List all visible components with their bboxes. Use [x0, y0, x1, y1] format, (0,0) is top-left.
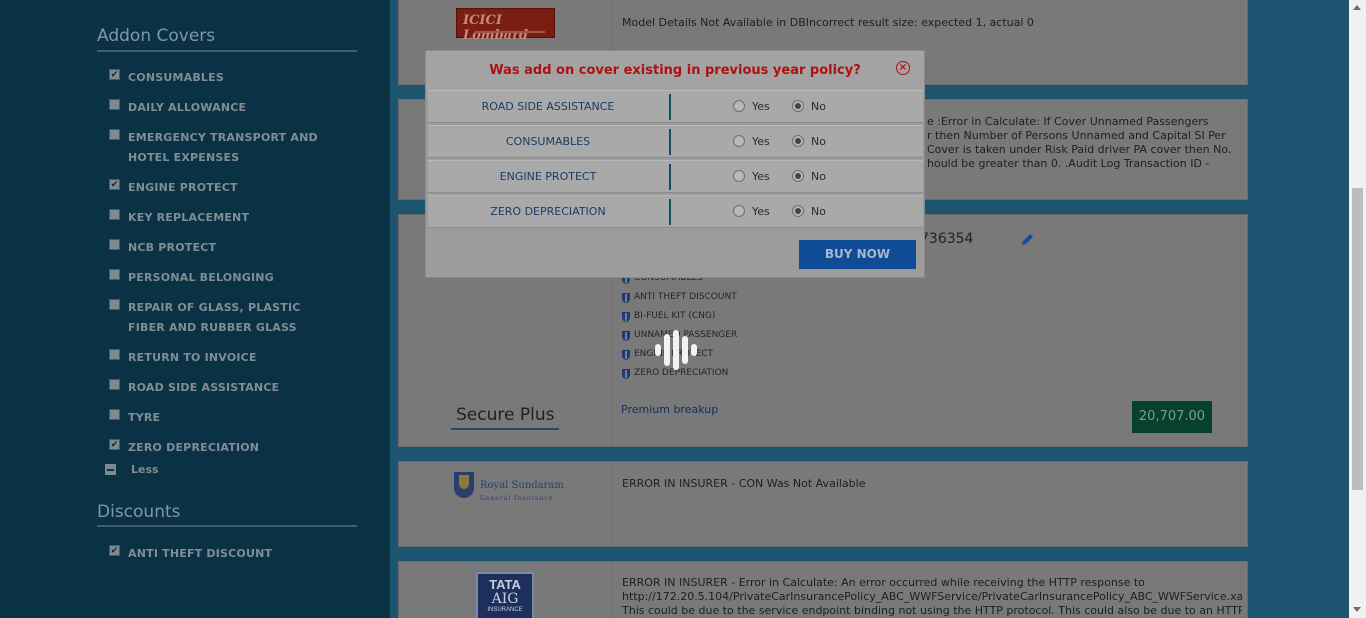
- error-message: ERROR IN INSURER - Error in Calculate: A…: [622, 576, 1242, 617]
- checkbox-icon[interactable]: [109, 209, 120, 220]
- checkbox-icon[interactable]: [109, 129, 120, 140]
- addon-label: NCB PROTECT: [128, 241, 217, 254]
- shield-icon: [622, 331, 630, 341]
- radio-yes[interactable]: [733, 100, 745, 112]
- error-message: Model Details Not Available in DBIncorre…: [622, 16, 1034, 29]
- question-row-engine-protect: ENGINE PROTECT Yes No: [428, 160, 923, 193]
- idv-value: 736354: [920, 231, 974, 247]
- less-toggle[interactable]: Less: [131, 463, 159, 476]
- logo-text: ICICI Lombard: [463, 13, 529, 43]
- addon-road-side-assistance[interactable]: ROAD SIDE ASSISTANCE: [109, 378, 369, 398]
- checkbox-icon[interactable]: ✔: [109, 439, 120, 450]
- checkbox-icon[interactable]: ✔: [109, 545, 120, 556]
- error-message: e :Error in Calculate: If Cover Unnamed …: [927, 115, 1232, 170]
- addon-ncb-protect[interactable]: NCB PROTECT: [109, 238, 369, 258]
- edit-pencil-icon[interactable]: [1020, 233, 1034, 247]
- radio-no[interactable]: [792, 100, 804, 112]
- shield-icon: [622, 312, 630, 322]
- checkbox-icon[interactable]: ✔: [109, 69, 120, 80]
- checkbox-icon[interactable]: [109, 349, 120, 360]
- checkbox-icon[interactable]: [109, 299, 120, 310]
- modal-header: Was add on cover existing in previous ye…: [426, 51, 924, 91]
- shield-icon: [454, 472, 474, 498]
- discount-anti-theft[interactable]: ✔ ANTI THEFT DISCOUNT: [109, 544, 369, 564]
- premium-breakup-link[interactable]: Premium breakup: [621, 403, 718, 416]
- addon-daily-allowance[interactable]: DAILY ALLOWANCE: [109, 98, 369, 118]
- addon-emergency-transport[interactable]: EMERGENCY TRANSPORT AND HOTEL EXPENSES: [109, 128, 369, 168]
- checkbox-icon[interactable]: [109, 239, 120, 250]
- addon-covers-title: Addon Covers: [97, 26, 216, 46]
- radio-no[interactable]: [792, 135, 804, 147]
- section-divider: [97, 50, 357, 52]
- discount-label: ANTI THEFT DISCOUNT: [128, 547, 273, 560]
- quote-card-tata-aig: TATA AIG INSURANCE ERROR IN INSURER - Er…: [398, 561, 1248, 618]
- plan-name: Secure Plus: [451, 404, 560, 430]
- tata-aig-logo: TATA AIG INSURANCE: [476, 572, 534, 618]
- radio-no[interactable]: [792, 205, 804, 217]
- checkbox-icon[interactable]: ✔: [109, 179, 120, 190]
- question-row-consumables: CONSUMABLES Yes No: [428, 125, 923, 158]
- scroll-up-icon[interactable]: [1353, 5, 1361, 10]
- error-message: ERROR IN INSURER - CON Was Not Available: [622, 477, 866, 490]
- scroll-thumb[interactable]: [1352, 188, 1363, 490]
- discounts-title: Discounts: [97, 502, 181, 522]
- loader-icon: [655, 330, 697, 370]
- addon-label: RETURN TO INVOICE: [128, 351, 257, 364]
- addon-engine-protect[interactable]: ✔ ENGINE PROTECT: [109, 178, 369, 198]
- quote-card-royal-sundaram: Royal Sundaram General Insurance ERROR I…: [398, 461, 1248, 547]
- addon-label: ZERO DEPRECIATION: [128, 441, 260, 454]
- addon-repair-of-glass[interactable]: REPAIR OF GLASS, PLASTIC FIBER AND RUBBE…: [109, 298, 369, 338]
- addon-label: CONSUMABLES: [128, 71, 224, 84]
- scroll-down-icon[interactable]: [1353, 607, 1361, 612]
- addon-zero-depreciation[interactable]: ✔ ZERO DEPRECIATION: [109, 438, 369, 458]
- price-button[interactable]: 20,707.00: [1132, 401, 1212, 433]
- collapse-minus-icon[interactable]: [105, 464, 116, 475]
- question-row-zero-depreciation: ZERO DEPRECIATION Yes No: [428, 195, 923, 228]
- checkbox-icon[interactable]: [109, 409, 120, 420]
- icici-lombard-logo: ICICI Lombard: [456, 8, 555, 43]
- section-divider: [97, 525, 357, 527]
- addon-label: ENGINE PROTECT: [128, 181, 238, 194]
- filter-sidebar: Addon Covers ✔ CONSUMABLES DAILY ALLOWAN…: [0, 0, 390, 618]
- shield-icon: [622, 293, 630, 303]
- buy-now-button[interactable]: BUY NOW: [799, 240, 916, 269]
- checkbox-icon[interactable]: [109, 99, 120, 110]
- addon-label: REPAIR OF GLASS, PLASTIC FIBER AND RUBBE…: [128, 301, 301, 334]
- previous-policy-addon-modal: Was add on cover existing in previous ye…: [425, 50, 925, 278]
- addon-label: ROAD SIDE ASSISTANCE: [128, 381, 280, 394]
- addon-label: KEY REPLACEMENT: [128, 211, 250, 224]
- card-divider: [611, 562, 612, 618]
- addon-label: PERSONAL BELONGING: [128, 271, 274, 284]
- addon-consumables[interactable]: ✔ CONSUMABLES: [109, 68, 369, 88]
- royal-sundaram-logo: Royal Sundaram General Insurance: [454, 472, 564, 506]
- card-divider: [611, 462, 612, 546]
- addon-key-replacement[interactable]: KEY REPLACEMENT: [109, 208, 369, 228]
- modal-title: Was add on cover existing in previous ye…: [489, 63, 861, 78]
- radio-yes[interactable]: [733, 135, 745, 147]
- radio-yes[interactable]: [733, 170, 745, 182]
- addon-return-to-invoice[interactable]: RETURN TO INVOICE: [109, 348, 369, 368]
- radio-no[interactable]: [792, 170, 804, 182]
- addon-personal-belonging[interactable]: PERSONAL BELONGING: [109, 268, 369, 288]
- addon-label: DAILY ALLOWANCE: [128, 101, 247, 114]
- checkbox-icon[interactable]: [109, 269, 120, 280]
- shield-icon: [622, 369, 630, 379]
- question-row-road-side-assistance: ROAD SIDE ASSISTANCE Yes No: [428, 90, 923, 123]
- addon-tyre[interactable]: TYRE: [109, 408, 369, 428]
- shield-icon: [622, 350, 630, 360]
- page-scrollbar[interactable]: [1349, 0, 1366, 618]
- addon-label: EMERGENCY TRANSPORT AND HOTEL EXPENSES: [128, 131, 318, 164]
- close-circle-icon[interactable]: ×: [896, 61, 910, 75]
- checkbox-icon[interactable]: [109, 379, 120, 390]
- radio-yes[interactable]: [733, 205, 745, 217]
- addon-label: TYRE: [128, 411, 161, 424]
